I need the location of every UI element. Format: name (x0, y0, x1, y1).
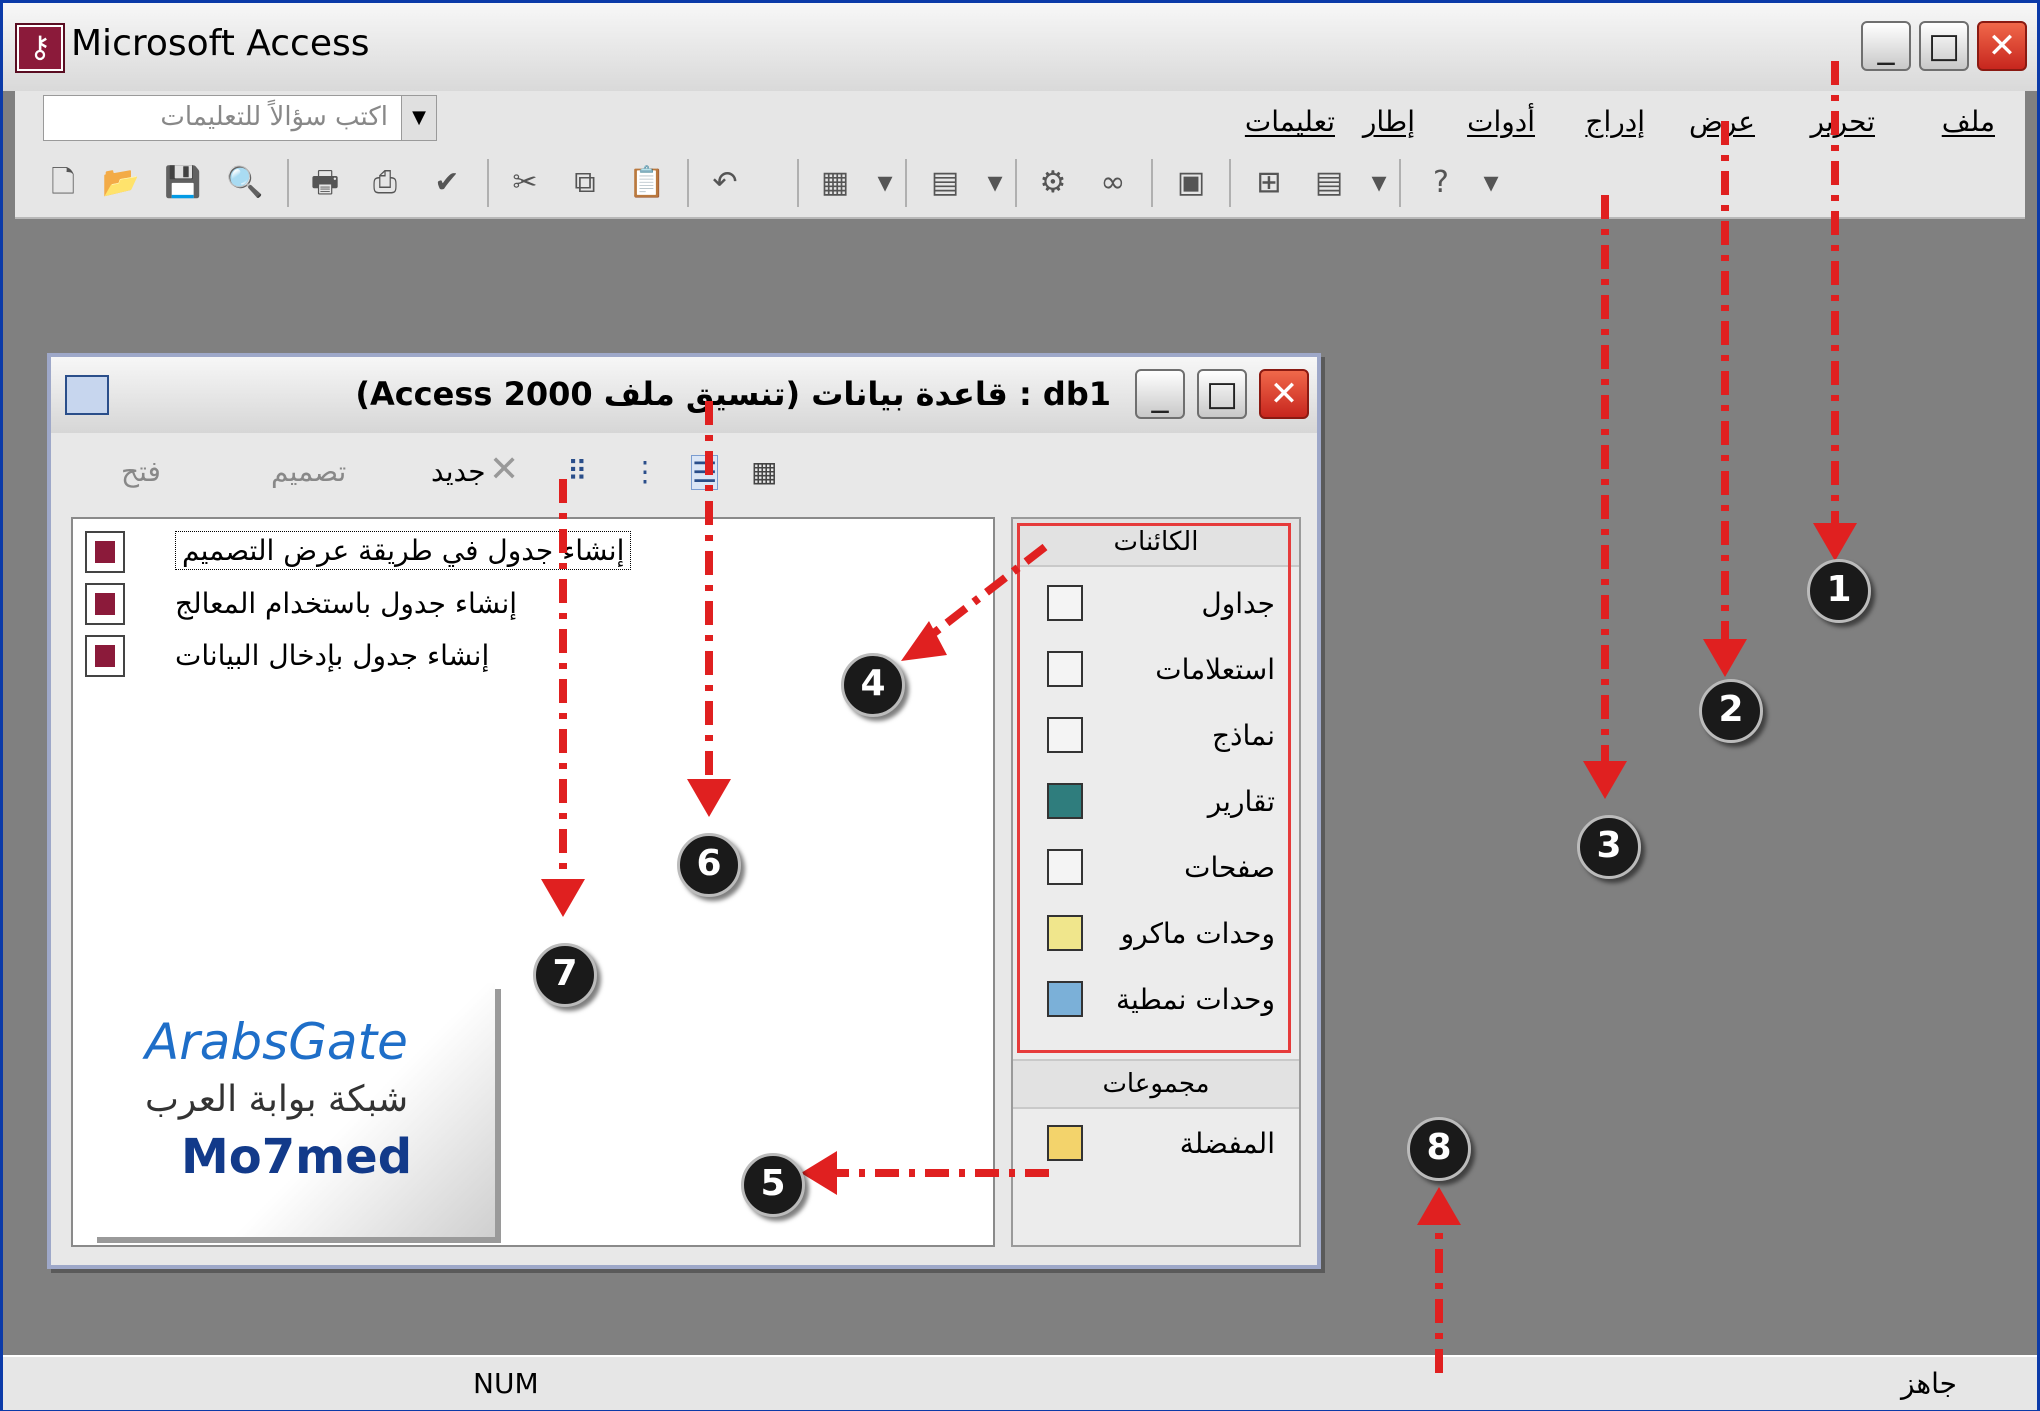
save-icon[interactable]: 💾 (163, 163, 203, 203)
toolbar-separator (287, 159, 289, 207)
search-file-icon[interactable]: 🔍 (225, 163, 265, 203)
db-minimize-button[interactable]: _ (1135, 369, 1185, 419)
list-view-icon[interactable]: ☰ (691, 455, 719, 490)
list-item[interactable]: إنشاء جدول باستخدام المعالج (85, 583, 685, 629)
help-placeholder: اكتب سؤالاً للتعليمات (160, 102, 388, 132)
db-close-button[interactable]: ✕ (1259, 369, 1309, 419)
access-key-icon: ⚷ (17, 25, 63, 71)
objects-highlight-box (1017, 523, 1291, 1053)
copy-icon[interactable]: ⧉ (565, 163, 605, 203)
undo-icon[interactable]: ↶ (705, 163, 745, 203)
maximize-button[interactable]: □ (1919, 21, 1969, 71)
status-ready: جاهز (1900, 1367, 1957, 1400)
status-bar: NUM جاهز (3, 1355, 2037, 1410)
toolbar-separator (487, 159, 489, 207)
design-button[interactable]: تصميم (271, 455, 346, 488)
database-window: db1 : قاعدة بيانات (تنسيق ملف Access 200… (47, 353, 1321, 1269)
menu-edit[interactable]: تحرير (1810, 105, 1875, 138)
details-view-icon[interactable]: ▦ (751, 455, 777, 488)
menu-file[interactable]: ملف (1942, 105, 1995, 138)
main-toolbar: 🗋 📂 💾 🔍 🖶 ⎙ ✔ ✂ ⧉ 📋 ↶ ▦ ▾ ▤ ▾ ⚙ ∞ ▣ ⊞ ▤ … (15, 151, 2025, 219)
callout-1: 1 (1807, 559, 1871, 623)
toolbar-separator (1151, 159, 1153, 207)
relationships-icon[interactable]: ⊞ (1249, 163, 1289, 203)
list-item-label: إنشاء جدول باستخدام المعالج (175, 587, 518, 620)
app-title: Microsoft Access (71, 23, 370, 64)
chevron-down-icon[interactable]: ▾ (975, 163, 1015, 203)
db-title: db1 : قاعدة بيانات (تنسيق ملف Access 200… (355, 375, 1111, 413)
object-label: المفضلة (1179, 1127, 1275, 1160)
db-maximize-button[interactable]: □ (1197, 369, 1247, 419)
chevron-down-icon[interactable]: ▾ (1471, 163, 1511, 203)
new-file-icon[interactable]: 🗋 (43, 163, 83, 203)
large-icons-view-icon[interactable]: ⠿ (567, 455, 588, 488)
analyze-icon[interactable]: ▤ (925, 163, 965, 203)
database-icon (65, 375, 109, 415)
create-table-icon (85, 531, 125, 573)
callout-7: 7 (533, 943, 597, 1007)
access-app-window: ⚷ Microsoft Access _ □ ✕ ملف تحرير عرض إ… (0, 0, 2040, 1411)
num-lock-indicator: NUM (473, 1367, 539, 1400)
groups-header[interactable]: مجموعات (1013, 1059, 1299, 1109)
properties-sheet-icon[interactable]: ▣ (1171, 163, 1211, 203)
ask-question-box[interactable]: اكتب سؤالاً للتعليمات ▼ (43, 95, 437, 141)
favorites-folder-icon (1047, 1125, 1083, 1161)
group-favorites[interactable]: المفضلة (1013, 1115, 1299, 1173)
new-object-icon[interactable]: ▤ (1309, 163, 1349, 203)
chevron-down-icon[interactable]: ▾ (1359, 163, 1399, 203)
minimize-button[interactable]: _ (1861, 21, 1911, 71)
cut-icon[interactable]: ✂ (505, 163, 545, 203)
callout-5: 5 (741, 1153, 805, 1217)
toolbar-separator (797, 159, 799, 207)
logo-author: Mo7med (181, 1129, 413, 1185)
print-preview-icon[interactable]: ⎙ (365, 163, 405, 203)
create-table-icon (85, 583, 125, 625)
callout-2: 2 (1699, 679, 1763, 743)
help-icon[interactable]: ? (1421, 163, 1461, 203)
create-table-icon (85, 635, 125, 677)
toolbar-separator (905, 159, 907, 207)
spelling-icon[interactable]: ✔ (427, 163, 467, 203)
open-folder-icon[interactable]: 📂 (101, 163, 141, 203)
toolbar-separator (1015, 159, 1017, 207)
menu-insert[interactable]: إدراج (1585, 105, 1645, 138)
delete-icon[interactable]: ✕ (489, 449, 519, 490)
list-item[interactable]: إنشاء جدول بإدخال البيانات (85, 635, 685, 681)
menu-help[interactable]: تعليمات (1245, 105, 1335, 138)
menu-view[interactable]: عرض (1689, 105, 1755, 138)
menu-window[interactable]: إطار (1363, 105, 1415, 138)
new-button[interactable]: جديد (431, 455, 486, 488)
toolbar-separator (1399, 159, 1401, 207)
close-button[interactable]: ✕ (1977, 21, 2027, 71)
logo-brand: ArabsGate (145, 1013, 408, 1071)
properties-icon[interactable]: ∞ (1093, 163, 1133, 203)
toolbar-separator (1229, 159, 1231, 207)
callout-4: 4 (841, 653, 905, 717)
print-icon[interactable]: 🖶 (305, 163, 345, 203)
arabsgate-logo: ArabsGate شبكة بوابة العرب Mo7med (91, 983, 495, 1237)
toolbar-separator (687, 159, 689, 207)
chevron-down-icon[interactable]: ▼ (401, 96, 436, 140)
open-button[interactable]: فتح (121, 455, 161, 488)
chevron-down-icon[interactable]: ▾ (865, 163, 905, 203)
paste-icon[interactable]: 📋 (627, 163, 667, 203)
small-icons-view-icon[interactable]: ⋮ (631, 455, 659, 488)
app-titlebar: ⚷ Microsoft Access _ □ ✕ (3, 3, 2037, 91)
db-titlebar: db1 : قاعدة بيانات (تنسيق ملف Access 200… (51, 357, 1317, 433)
list-item-label: إنشاء جدول بإدخال البيانات (175, 639, 490, 672)
office-links-icon[interactable]: ▦ (815, 163, 855, 203)
code-icon[interactable]: ⚙ (1033, 163, 1073, 203)
db-toolbar: فتح تصميم جديد ✕ ⠿ ⋮ ☰ ▦ (51, 437, 1317, 513)
callout-8: 8 (1407, 1117, 1471, 1181)
list-item[interactable]: إنشاء جدول في طريقة عرض التصميم (85, 531, 685, 577)
menu-tools[interactable]: أدوات (1467, 105, 1535, 138)
callout-3: 3 (1577, 815, 1641, 879)
list-item-label: إنشاء جدول في طريقة عرض التصميم (175, 531, 632, 570)
logo-arabic: شبكة بوابة العرب (145, 1079, 409, 1120)
callout-6: 6 (677, 833, 741, 897)
